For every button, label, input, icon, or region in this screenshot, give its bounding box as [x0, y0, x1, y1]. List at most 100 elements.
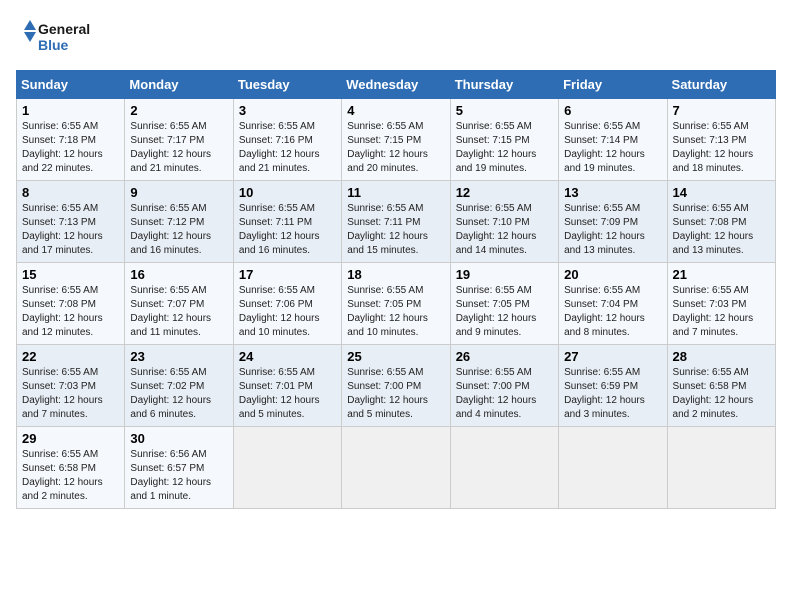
day-info: Sunrise: 6:55 AM Sunset: 7:17 PM Dayligh…: [130, 120, 227, 176]
day-info: Sunrise: 6:55 AM Sunset: 7:07 PM Dayligh…: [130, 284, 227, 340]
day-info: Sunrise: 6:55 AM Sunset: 7:03 PM Dayligh…: [22, 366, 119, 422]
day-info: Sunrise: 6:55 AM Sunset: 7:01 PM Dayligh…: [239, 366, 336, 422]
col-header-wednesday: Wednesday: [342, 71, 450, 99]
day-number: 7: [673, 103, 770, 118]
day-info: Sunrise: 6:55 AM Sunset: 7:03 PM Dayligh…: [673, 284, 770, 340]
calendar-cell: 3 Sunrise: 6:55 AM Sunset: 7:16 PM Daylig…: [233, 99, 341, 181]
day-number: 12: [456, 185, 553, 200]
day-number: 18: [347, 267, 444, 282]
calendar-cell: 26 Sunrise: 6:55 AM Sunset: 7:00 PM Dayli…: [450, 345, 558, 427]
day-number: 21: [673, 267, 770, 282]
col-header-tuesday: Tuesday: [233, 71, 341, 99]
calendar-cell: 14 Sunrise: 6:55 AM Sunset: 7:08 PM Dayli…: [667, 181, 775, 263]
calendar-table: SundayMondayTuesdayWednesdayThursdayFrid…: [16, 70, 776, 509]
week-row-4: 22Sunrise: 6:55 AM Sunset: 7:03 PM Dayli…: [17, 345, 776, 427]
calendar-cell: 6Sunrise: 6:55 AM Sunset: 7:14 PM Daylig…: [559, 99, 667, 181]
day-number: 11: [347, 185, 444, 200]
day-number: 3: [239, 103, 336, 118]
day-info: Sunrise: 6:55 AM Sunset: 7:11 PM Dayligh…: [239, 202, 336, 258]
calendar-cell: 10 Sunrise: 6:55 AM Sunset: 7:11 PM Dayli…: [233, 181, 341, 263]
day-number: 24: [239, 349, 336, 364]
calendar-cell: 25Sunrise: 6:55 AM Sunset: 7:00 PM Dayli…: [342, 345, 450, 427]
day-info: Sunrise: 6:55 AM Sunset: 7:09 PM Dayligh…: [564, 202, 661, 258]
calendar-cell: 17Sunrise: 6:55 AM Sunset: 7:06 PM Dayli…: [233, 263, 341, 345]
calendar-cell: 8Sunrise: 6:55 AM Sunset: 7:13 PM Daylig…: [17, 181, 125, 263]
week-row-2: 8Sunrise: 6:55 AM Sunset: 7:13 PM Daylig…: [17, 181, 776, 263]
day-info: Sunrise: 6:55 AM Sunset: 7:13 PM Dayligh…: [673, 120, 770, 176]
calendar-cell: 11 Sunrise: 6:55 AM Sunset: 7:11 PM Dayli…: [342, 181, 450, 263]
day-number: 1: [22, 103, 119, 118]
col-header-thursday: Thursday: [450, 71, 558, 99]
day-info: Sunrise: 6:55 AM Sunset: 7:11 PM Dayligh…: [347, 202, 444, 258]
calendar-cell: [667, 427, 775, 509]
day-number: 10: [239, 185, 336, 200]
day-info: Sunrise: 6:55 AM Sunset: 7:10 PM Dayligh…: [456, 202, 553, 258]
day-number: 4: [347, 103, 444, 118]
day-number: 16: [130, 267, 227, 282]
week-row-5: 29Sunrise: 6:55 AM Sunset: 6:58 PM Dayli…: [17, 427, 776, 509]
day-info: Sunrise: 6:56 AM Sunset: 6:57 PM Dayligh…: [130, 448, 227, 504]
day-number: 13: [564, 185, 661, 200]
day-number: 15: [22, 267, 119, 282]
day-number: 2: [130, 103, 227, 118]
day-info: Sunrise: 6:55 AM Sunset: 7:04 PM Dayligh…: [564, 284, 661, 340]
day-number: 29: [22, 431, 119, 446]
day-number: 26: [456, 349, 553, 364]
day-number: 30: [130, 431, 227, 446]
calendar-cell: 24 Sunrise: 6:55 AM Sunset: 7:01 PM Dayli…: [233, 345, 341, 427]
day-info: Sunrise: 6:55 AM Sunset: 7:05 PM Dayligh…: [347, 284, 444, 340]
svg-text:Blue: Blue: [38, 37, 69, 53]
svg-text:General: General: [38, 21, 90, 37]
day-info: Sunrise: 6:55 AM Sunset: 7:02 PM Dayligh…: [130, 366, 227, 422]
calendar-cell: 9 Sunrise: 6:55 AM Sunset: 7:12 PM Daylig…: [125, 181, 233, 263]
day-info: Sunrise: 6:55 AM Sunset: 7:13 PM Dayligh…: [22, 202, 119, 258]
col-header-monday: Monday: [125, 71, 233, 99]
day-info: Sunrise: 6:55 AM Sunset: 6:58 PM Dayligh…: [673, 366, 770, 422]
day-info: Sunrise: 6:55 AM Sunset: 7:16 PM Dayligh…: [239, 120, 336, 176]
calendar-cell: 15 Sunrise: 6:55 AM Sunset: 7:08 PM Dayli…: [17, 263, 125, 345]
day-info: Sunrise: 6:55 AM Sunset: 7:00 PM Dayligh…: [456, 366, 553, 422]
day-number: 20: [564, 267, 661, 282]
calendar-cell: [450, 427, 558, 509]
calendar-cell: [233, 427, 341, 509]
calendar-cell: 27Sunrise: 6:55 AM Sunset: 6:59 PM Dayli…: [559, 345, 667, 427]
col-header-sunday: Sunday: [17, 71, 125, 99]
day-info: Sunrise: 6:55 AM Sunset: 7:15 PM Dayligh…: [347, 120, 444, 176]
day-info: Sunrise: 6:55 AM Sunset: 7:15 PM Dayligh…: [456, 120, 553, 176]
calendar-body: 1 Sunrise: 6:55 AM Sunset: 7:18 PM Daylig…: [17, 99, 776, 509]
day-info: Sunrise: 6:55 AM Sunset: 7:18 PM Dayligh…: [22, 120, 119, 176]
calendar-cell: 4 Sunrise: 6:55 AM Sunset: 7:15 PM Daylig…: [342, 99, 450, 181]
day-number: 5: [456, 103, 553, 118]
calendar-cell: 5 Sunrise: 6:55 AM Sunset: 7:15 PM Daylig…: [450, 99, 558, 181]
day-number: 27: [564, 349, 661, 364]
day-number: 9: [130, 185, 227, 200]
calendar-cell: [342, 427, 450, 509]
calendar-cell: 20 Sunrise: 6:55 AM Sunset: 7:04 PM Dayli…: [559, 263, 667, 345]
day-info: Sunrise: 6:55 AM Sunset: 7:06 PM Dayligh…: [239, 284, 336, 340]
day-number: 25: [347, 349, 444, 364]
calendar-cell: 1 Sunrise: 6:55 AM Sunset: 7:18 PM Daylig…: [17, 99, 125, 181]
calendar-header: SundayMondayTuesdayWednesdayThursdayFrid…: [17, 71, 776, 99]
calendar-cell: 18 Sunrise: 6:55 AM Sunset: 7:05 PM Dayli…: [342, 263, 450, 345]
day-info: Sunrise: 6:55 AM Sunset: 7:08 PM Dayligh…: [673, 202, 770, 258]
day-info: Sunrise: 6:55 AM Sunset: 7:05 PM Dayligh…: [456, 284, 553, 340]
calendar-cell: 2 Sunrise: 6:55 AM Sunset: 7:17 PM Daylig…: [125, 99, 233, 181]
day-number: 19: [456, 267, 553, 282]
calendar-cell: 12 Sunrise: 6:55 AM Sunset: 7:10 PM Dayli…: [450, 181, 558, 263]
day-number: 14: [673, 185, 770, 200]
day-number: 6: [564, 103, 661, 118]
calendar-cell: [559, 427, 667, 509]
logo: General Blue: [16, 16, 106, 60]
day-info: Sunrise: 6:55 AM Sunset: 7:08 PM Dayligh…: [22, 284, 119, 340]
col-header-friday: Friday: [559, 71, 667, 99]
calendar-cell: 16 Sunrise: 6:55 AM Sunset: 7:07 PM Dayli…: [125, 263, 233, 345]
day-info: Sunrise: 6:55 AM Sunset: 7:12 PM Dayligh…: [130, 202, 227, 258]
calendar-cell: 7 Sunrise: 6:55 AM Sunset: 7:13 PM Daylig…: [667, 99, 775, 181]
day-number: 28: [673, 349, 770, 364]
week-row-3: 15 Sunrise: 6:55 AM Sunset: 7:08 PM Dayli…: [17, 263, 776, 345]
calendar-cell: 28 Sunrise: 6:55 AM Sunset: 6:58 PM Dayli…: [667, 345, 775, 427]
col-header-saturday: Saturday: [667, 71, 775, 99]
calendar-cell: 29Sunrise: 6:55 AM Sunset: 6:58 PM Dayli…: [17, 427, 125, 509]
calendar-cell: 13 Sunrise: 6:55 AM Sunset: 7:09 PM Dayli…: [559, 181, 667, 263]
calendar-cell: 22Sunrise: 6:55 AM Sunset: 7:03 PM Dayli…: [17, 345, 125, 427]
